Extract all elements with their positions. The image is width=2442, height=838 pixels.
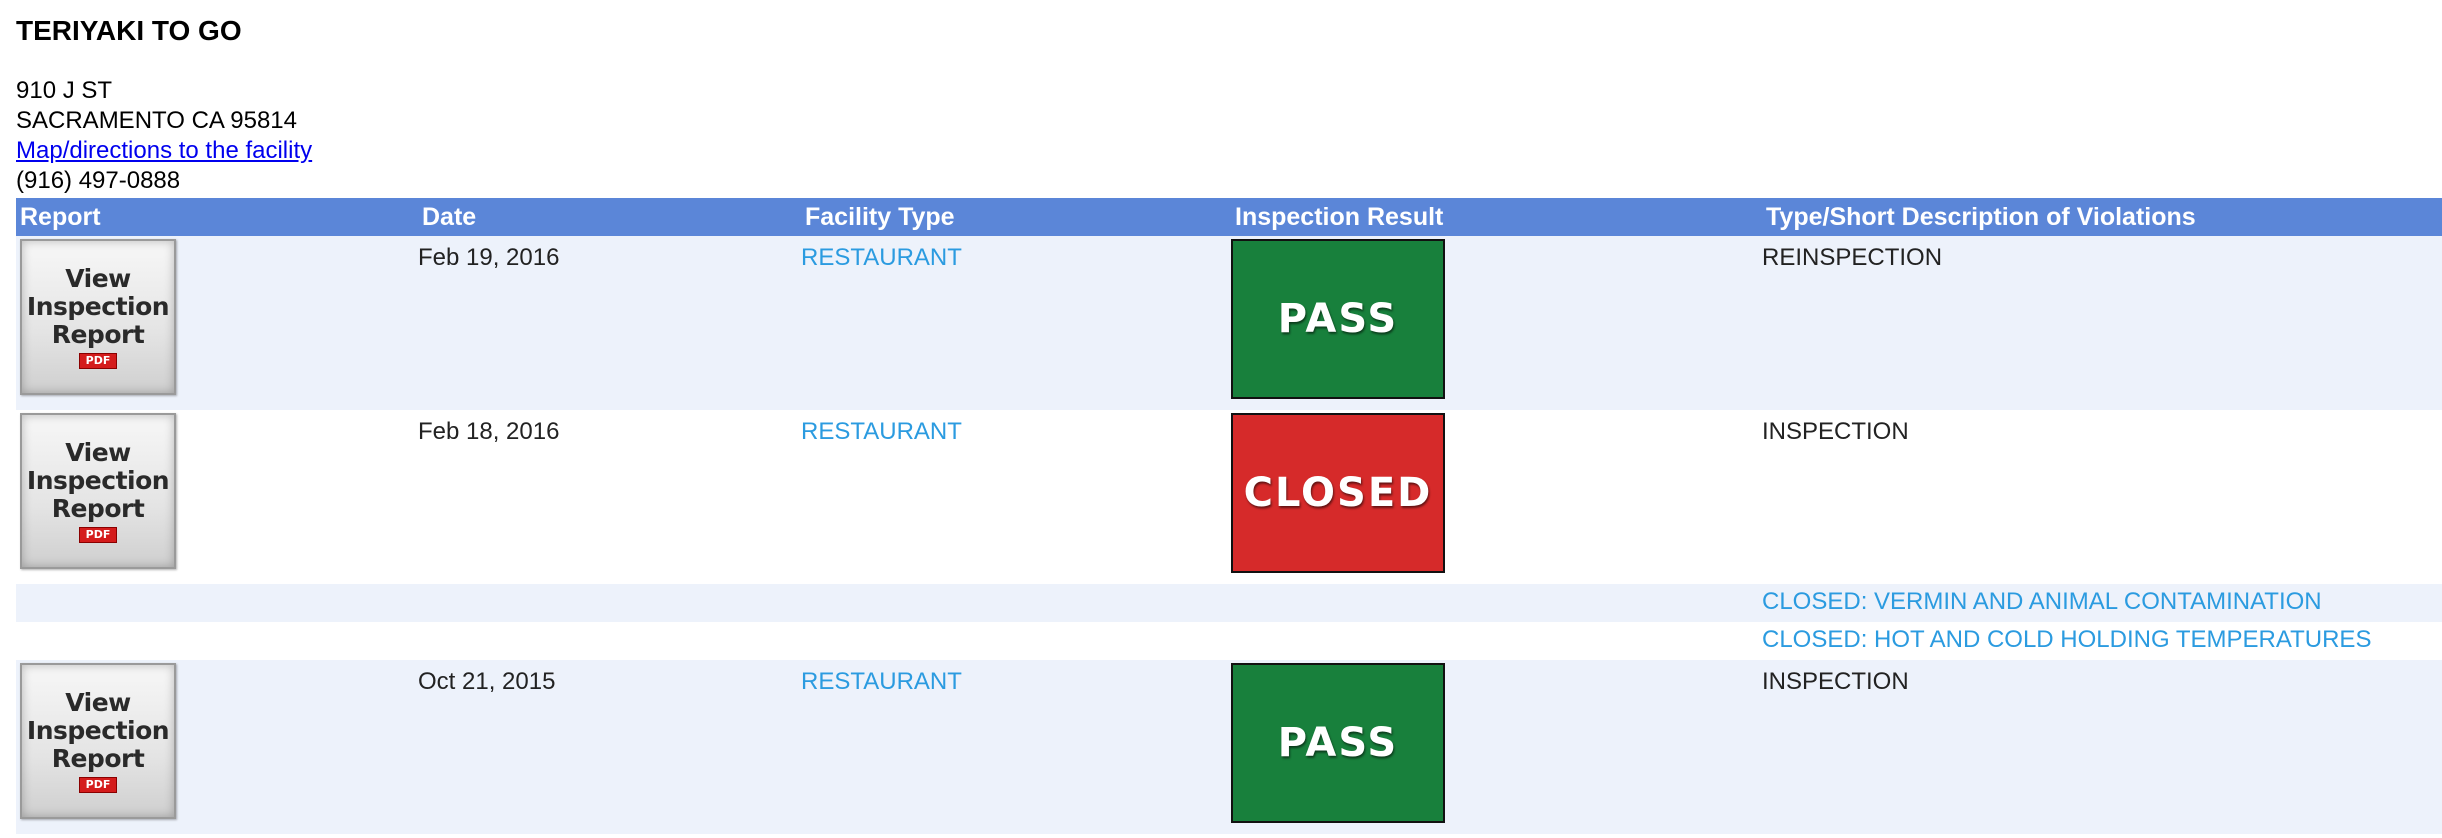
violation-row: CLOSED: VERMIN AND ANIMAL CONTAMINATION [16,584,2442,622]
report-button-label: View Inspection Report [26,264,170,349]
table-row: View Inspection Report PDF Oct 21, 2015 … [16,660,2442,834]
address-line-1: 910 J ST [16,77,113,104]
inspection-date: Oct 21, 2015 [418,668,556,695]
description-cell: INSPECTION [1762,660,2442,834]
report-cell: View Inspection Report PDF [16,660,418,834]
table-row: View Inspection Report PDF Feb 18, 2016 … [16,410,2442,584]
column-header-report: Report [16,198,418,236]
address-line-2: SACRAMENTO CA 95814 [16,107,298,134]
inspection-description: REINSPECTION [1762,244,1943,271]
result-cell: CLOSED [1231,410,1762,584]
column-header-violations: Type/Short Description of Violations [1762,198,2442,236]
pdf-icon: PDF [78,777,118,793]
view-inspection-report-button[interactable]: View Inspection Report PDF [20,413,176,569]
facility-type-cell: RESTAURANT [801,660,1231,834]
facility-type-cell: RESTAURANT [801,410,1231,584]
inspection-description: INSPECTION [1762,668,1909,695]
description-cell: REINSPECTION [1762,236,2442,410]
column-header-facility-type: Facility Type [801,198,1231,236]
facility-type-link[interactable]: RESTAURANT [801,236,1231,272]
inspection-date: Feb 18, 2016 [418,418,560,445]
table-header-row: Report Date Facility Type Inspection Res… [16,198,2442,236]
page: TERIYAKI TO GO 910 J ST SACRAMENTO CA 95… [0,0,2442,838]
inspection-description: INSPECTION [1762,418,1909,445]
date-cell: Feb 19, 2016 [418,236,801,410]
violation-row: CLOSED: HOT AND COLD HOLDING TEMPERATURE… [16,622,2442,660]
view-inspection-report-button[interactable]: View Inspection Report PDF [20,663,176,819]
violation-link[interactable]: CLOSED: HOT AND COLD HOLDING TEMPERATURE… [1762,622,2442,654]
result-cell: PASS [1231,660,1762,834]
facility-address-block: 910 J ST SACRAMENTO CA 95814 Map/directi… [16,76,312,196]
view-inspection-report-button[interactable]: View Inspection Report PDF [20,239,176,395]
facility-type-link[interactable]: RESTAURANT [801,410,1231,446]
result-closed-badge: CLOSED [1231,413,1445,573]
date-cell: Feb 18, 2016 [418,410,801,584]
result-pass-badge: PASS [1231,239,1445,399]
facility-type-cell: RESTAURANT [801,236,1231,410]
phone-number: (916) 497-0888 [16,167,181,194]
violation-cell: CLOSED: VERMIN AND ANIMAL CONTAMINATION [1762,584,2442,622]
inspection-date: Feb 19, 2016 [418,244,560,271]
pdf-icon: PDF [78,527,118,543]
description-cell: INSPECTION [1762,410,2442,584]
inspections-table: Report Date Facility Type Inspection Res… [16,198,2442,834]
column-header-inspection-result: Inspection Result [1231,198,1762,236]
result-pass-badge: PASS [1231,663,1445,823]
report-cell: View Inspection Report PDF [16,410,418,584]
facility-name: TERIYAKI TO GO [16,15,242,46]
column-header-date: Date [418,198,801,236]
map-directions-link[interactable]: Map/directions to the facility [16,137,312,164]
table-row: View Inspection Report PDF Feb 19, 2016 … [16,236,2442,410]
violation-cell: CLOSED: HOT AND COLD HOLDING TEMPERATURE… [1762,622,2442,660]
date-cell: Oct 21, 2015 [418,660,801,834]
violation-link[interactable]: CLOSED: VERMIN AND ANIMAL CONTAMINATION [1762,584,2442,616]
result-cell: PASS [1231,236,1762,410]
pdf-icon: PDF [78,353,118,369]
report-cell: View Inspection Report PDF [16,236,418,410]
report-button-label: View Inspection Report [26,688,170,773]
facility-type-link[interactable]: RESTAURANT [801,660,1231,696]
report-button-label: View Inspection Report [26,438,170,523]
